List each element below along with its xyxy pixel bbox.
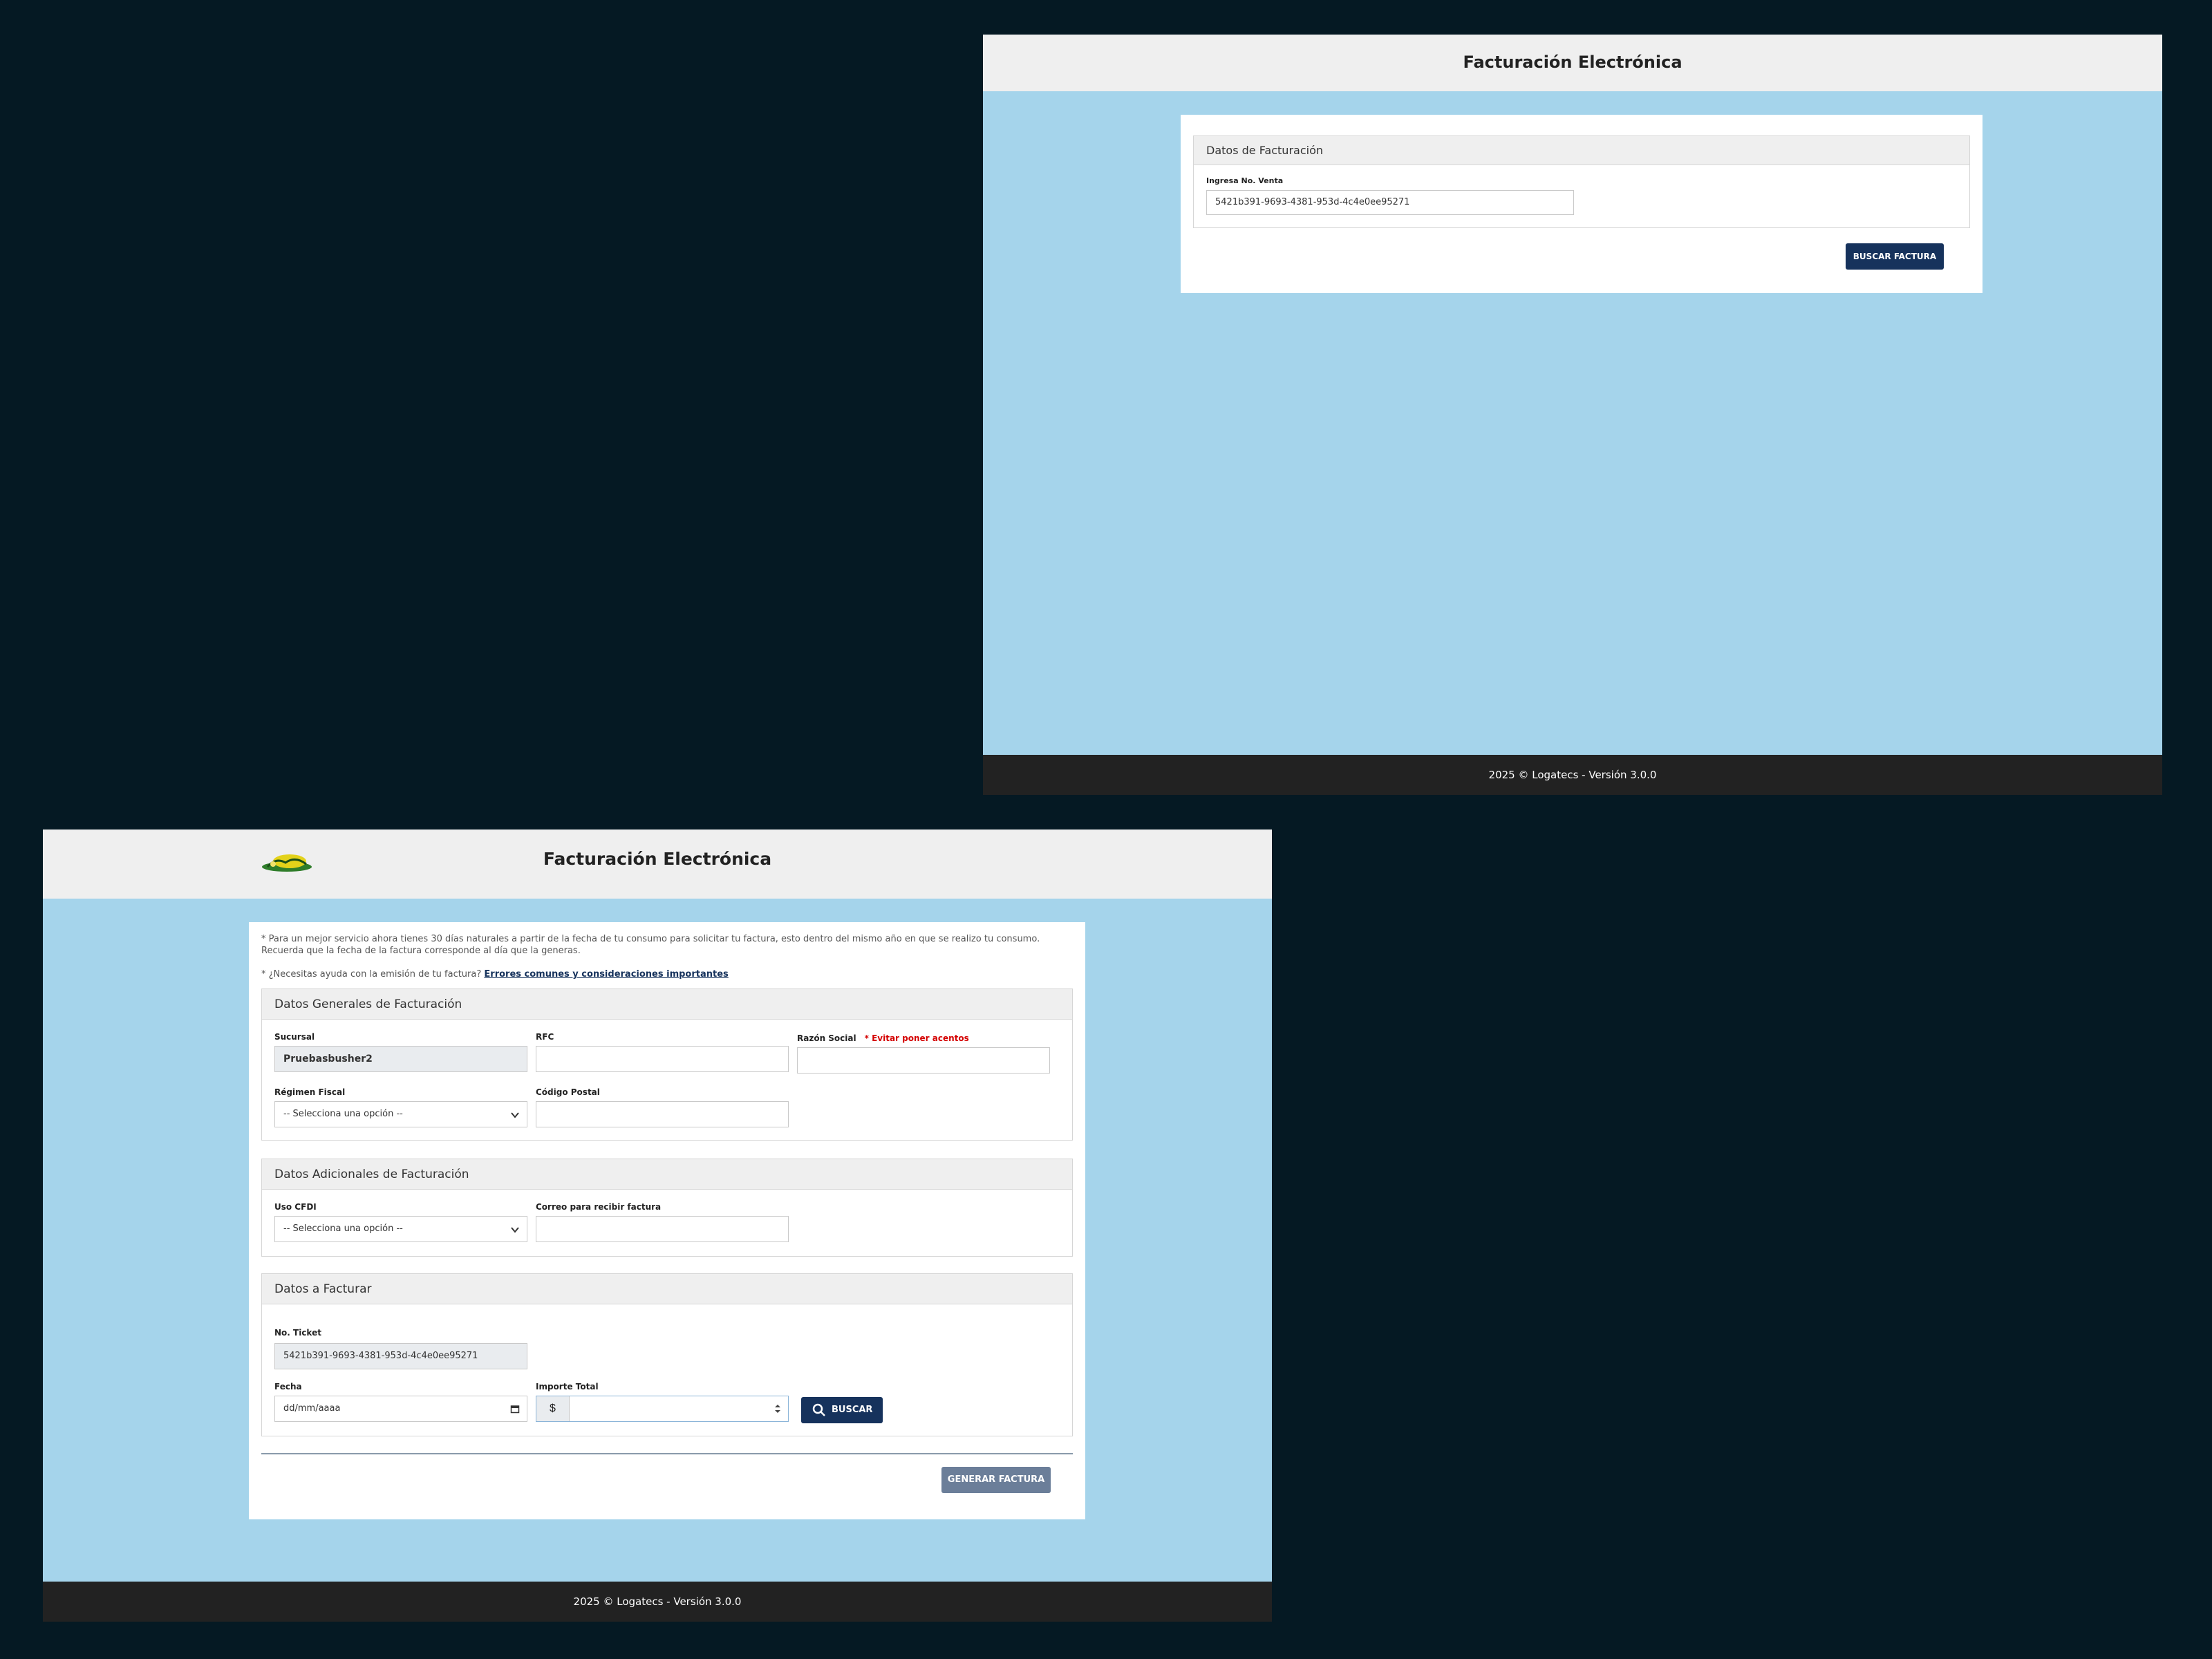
help-line: * ¿Necesitas ayuda con la emisión de tu … xyxy=(261,969,729,980)
invoice-form-card: * Para un mejor servicio ahora tienes 30… xyxy=(249,922,1085,1519)
postal-code-input[interactable] xyxy=(536,1101,789,1127)
total-amount-input[interactable] xyxy=(570,1396,788,1421)
sucursal-field: Pruebasbusher2 xyxy=(274,1046,527,1072)
ticket-field: 5421b391-9693-4381-953d-4c4e0ee95271 xyxy=(274,1343,527,1369)
date-placeholder: dd/mm/aaaa xyxy=(283,1403,341,1414)
invoice-form-window: Facturación Electrónica * Para un mejor … xyxy=(43,830,1272,1622)
panel-title: Datos Generales de Facturación xyxy=(274,997,462,1011)
footer: 2025 © Logatecs - Versión 3.0.0 xyxy=(983,755,2162,795)
no-accents-warning: * Evitar poner acentos xyxy=(864,1033,969,1043)
lookup-card: Datos de Facturación Ingresa No. Venta 5… xyxy=(1181,115,1983,293)
panel-title: Datos a Facturar xyxy=(274,1282,372,1296)
total-amount-label: Importe Total xyxy=(536,1382,599,1391)
total-amount-group: $ xyxy=(536,1396,789,1422)
chevron-down-icon xyxy=(511,1227,519,1233)
date-input[interactable]: dd/mm/aaaa xyxy=(274,1396,527,1422)
general-billing-panel: Datos Generales de Facturación Sucursal … xyxy=(261,988,1073,1141)
panel-header: Datos Adicionales de Facturación xyxy=(262,1159,1072,1190)
postal-code-label: Código Postal xyxy=(536,1087,600,1097)
email-input[interactable] xyxy=(536,1216,789,1242)
divider xyxy=(261,1453,1073,1454)
billing-panel: Datos de Facturación Ingresa No. Venta 5… xyxy=(1193,135,1970,228)
sale-number-label: Ingresa No. Venta xyxy=(1206,176,1284,185)
regimen-fiscal-label: Régimen Fiscal xyxy=(274,1087,346,1097)
razon-social-label: Razón Social * Evitar poner acentos xyxy=(797,1033,969,1043)
panel-title: Datos de Facturación xyxy=(1206,144,1323,157)
panel-title: Datos Adicionales de Facturación xyxy=(274,1168,469,1181)
notice-text: * Para un mejor servicio ahora tienes 30… xyxy=(261,933,1077,957)
razon-social-input[interactable] xyxy=(797,1047,1050,1074)
uso-cfdi-value: -- Selecciona una opción -- xyxy=(283,1224,403,1234)
uso-cfdi-select[interactable]: -- Selecciona una opción -- xyxy=(274,1216,527,1242)
search-button-label: BUSCAR xyxy=(832,1405,873,1415)
email-label: Correo para recibir factura xyxy=(536,1202,662,1212)
additional-billing-panel: Datos Adicionales de Facturación Uso CFD… xyxy=(261,1159,1073,1257)
generate-invoice-button[interactable]: GENERAR FACTURA xyxy=(941,1467,1051,1493)
panel-header: Datos Generales de Facturación xyxy=(262,989,1072,1020)
date-label: Fecha xyxy=(274,1382,302,1391)
common-errors-link[interactable]: Errores comunes y consideraciones import… xyxy=(484,969,728,980)
invoice-data-panel: Datos a Facturar No. Ticket 5421b391-969… xyxy=(261,1273,1073,1436)
regimen-fiscal-select[interactable]: -- Selecciona una opción -- xyxy=(274,1101,527,1127)
search-button[interactable]: BUSCAR xyxy=(801,1397,883,1423)
ticket-label: No. Ticket xyxy=(274,1328,321,1338)
rfc-input[interactable] xyxy=(536,1046,789,1072)
footer: 2025 © Logatecs - Versión 3.0.0 xyxy=(43,1582,1272,1622)
notice-line-2: Recuerda que la fecha de la factura corr… xyxy=(261,946,581,956)
page-header: Facturación Electrónica xyxy=(43,830,1272,899)
panel-header: Datos de Facturación xyxy=(1194,136,1969,165)
uso-cfdi-label: Uso CFDI xyxy=(274,1202,317,1212)
number-stepper-icon[interactable] xyxy=(774,1403,781,1414)
page-title: Facturación Electrónica xyxy=(543,849,772,869)
search-icon xyxy=(812,1403,825,1416)
search-invoice-button[interactable]: BUSCAR FACTURA xyxy=(1846,243,1944,270)
page-title: Facturación Electrónica xyxy=(1463,53,1683,72)
calendar-icon[interactable] xyxy=(510,1404,520,1414)
notice-line-1: * Para un mejor servicio ahora tienes 30… xyxy=(261,934,1040,944)
razon-social-label-text: Razón Social xyxy=(797,1033,856,1043)
panel-header: Datos a Facturar xyxy=(262,1274,1072,1304)
sucursal-label: Sucursal xyxy=(274,1032,315,1042)
help-text: * ¿Necesitas ayuda con la emisión de tu … xyxy=(261,969,482,980)
page-header: Facturación Electrónica xyxy=(983,35,2162,91)
regimen-fiscal-value: -- Selecciona una opción -- xyxy=(283,1109,403,1119)
chevron-down-icon xyxy=(511,1112,519,1118)
rfc-label: RFC xyxy=(536,1032,554,1042)
invoice-lookup-window: Facturación Electrónica Datos de Factura… xyxy=(983,35,2162,795)
sale-number-input[interactable]: 5421b391-9693-4381-953d-4c4e0ee95271 xyxy=(1206,190,1574,215)
currency-addon: $ xyxy=(536,1396,570,1421)
